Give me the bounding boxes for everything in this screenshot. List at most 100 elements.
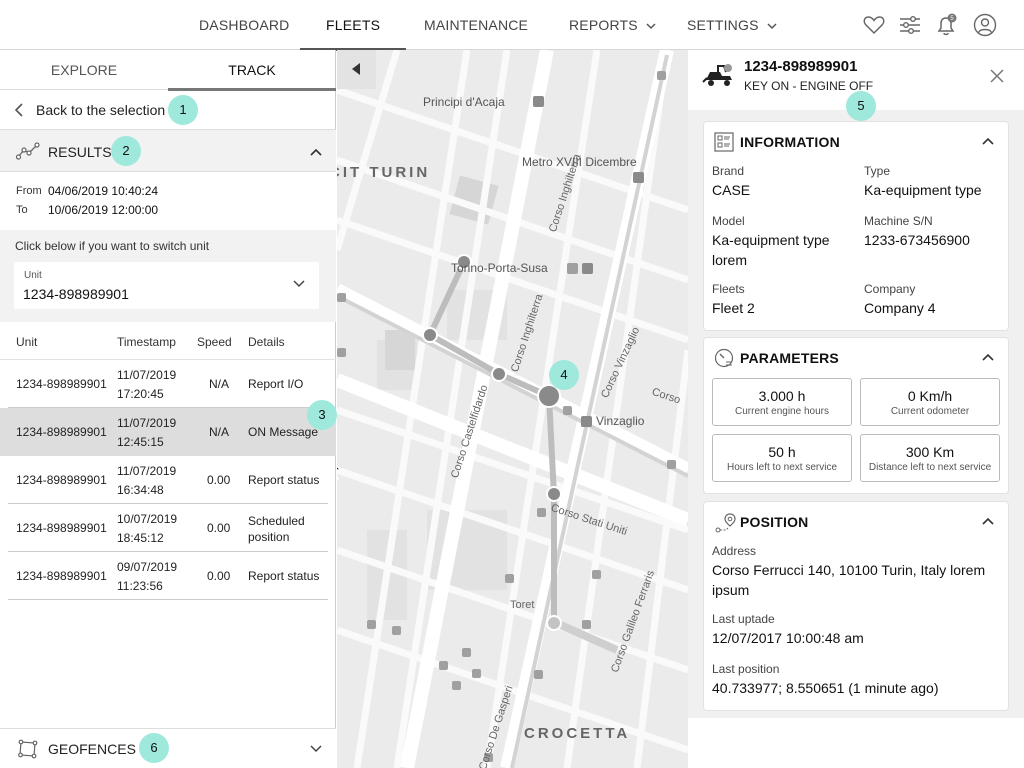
row-date: 11/07/2019 <box>117 368 177 382</box>
column-header: Speed <box>197 335 232 349</box>
parameter-label: Hours left to next service <box>726 462 838 473</box>
geofence-icon <box>18 739 38 759</box>
chevron-up-icon[interactable] <box>982 517 994 525</box>
row-speed: 0.00 <box>207 473 231 487</box>
location-pin-icon <box>715 513 736 533</box>
row-speed: 0.00 <box>207 569 231 583</box>
geofences-section-header[interactable]: GEOFENCES 6 <box>0 728 336 768</box>
hours-to-service-box: 50 h Hours left to next service <box>712 434 852 482</box>
last-position-label: Last position <box>712 662 780 676</box>
bell-icon[interactable]: 5 <box>934 13 958 37</box>
close-icon[interactable] <box>990 69 1004 83</box>
row-speed: 0.00 <box>207 521 231 535</box>
address-value: ipsum <box>712 582 750 598</box>
panel-footer <box>688 718 1024 768</box>
map-view[interactable]: Principi d'Acaja CIT TURIN Metro XVIII D… <box>337 50 688 768</box>
parameter-value: 300 Km <box>905 444 955 460</box>
map-label: CROCETTA <box>524 725 631 742</box>
position-card: POSITION Address Corso Ferrucci 140, 101… <box>704 502 1008 710</box>
position-header: POSITION <box>740 514 809 530</box>
row-divider <box>8 599 328 600</box>
annotation-badge: 5 <box>846 91 876 121</box>
tab-explore[interactable]: EXPLORE <box>0 50 168 90</box>
collapse-panel-button[interactable] <box>337 50 376 89</box>
last-update-label: Last uptade <box>712 612 775 626</box>
row-date: 11/07/2019 <box>117 416 177 430</box>
sliders-icon[interactable] <box>898 13 922 37</box>
nav-reports[interactable]: REPORTS <box>569 0 656 50</box>
top-navigation: DASHBOARD FLEETS MAINTENANCE REPORTS SET… <box>0 0 1024 51</box>
model-value: lorem <box>712 252 748 268</box>
to-label: To <box>16 204 28 216</box>
date-range: From 04/06/2019 10:40:24 To 10/06/2019 1… <box>0 172 336 230</box>
address-value: Corso Ferrucci 140, 10100 Turin, Italy l… <box>712 562 986 578</box>
table-row[interactable]: 1234-898989901 10/07/2019 18:45:12 0.00 … <box>0 504 336 552</box>
nav-reports-label: REPORTS <box>569 17 638 33</box>
column-header: Timestamp <box>117 335 176 349</box>
map-label: Principi d'Acaja <box>423 95 505 109</box>
from-value: 04/06/2019 10:40:24 <box>48 184 159 198</box>
row-details: Report status <box>248 473 320 487</box>
distance-to-service-box: 300 Km Distance left to next service <box>860 434 1000 482</box>
column-header: Details <box>248 335 285 349</box>
machine-icon <box>702 64 732 86</box>
column-header: Unit <box>16 335 38 349</box>
heart-icon[interactable] <box>862 13 886 37</box>
brand-label: Brand <box>712 164 745 178</box>
nav-fleets[interactable]: FLEETS <box>299 0 407 51</box>
table-row[interactable]: 1234-898989901 09/07/2019 11:23:56 0.00 … <box>0 552 336 600</box>
chevron-up-icon[interactable] <box>982 137 994 145</box>
chevron-down-icon <box>293 280 305 288</box>
gauge-icon <box>714 348 734 368</box>
map-label: Torino-Porta-Susa <box>451 261 548 275</box>
chevron-left-icon <box>14 103 23 117</box>
row-speed: N/A <box>209 425 230 439</box>
chevron-up-icon <box>310 148 322 156</box>
nav-dashboard[interactable]: DASHBOARD <box>199 0 289 50</box>
from-label: From <box>16 185 42 197</box>
chevron-up-icon[interactable] <box>982 353 994 361</box>
unit-select-label: Unit <box>24 270 42 281</box>
results-section-header[interactable]: RESULTS 2 <box>0 130 336 172</box>
map-label: Vinzaglio <box>596 414 645 428</box>
company-label: Company <box>864 282 916 296</box>
table-row-selected[interactable]: 1234-898989901 11/07/2019 12:45:15 N/A O… <box>0 400 337 456</box>
fleets-label: Fleets <box>712 282 745 296</box>
information-header: INFORMATION <box>740 134 840 150</box>
user-icon[interactable] <box>973 13 997 37</box>
table-row[interactable]: 1234-898989901 11/07/2019 17:20:45 N/A R… <box>0 360 336 408</box>
caret-left-icon <box>352 63 360 75</box>
unit-title: 1234-898989901 <box>744 58 858 75</box>
annotation-badge: 3 <box>307 400 337 430</box>
nav-maintenance[interactable]: MAINTENANCE <box>424 0 528 50</box>
row-speed: N/A <box>209 377 230 391</box>
back-to-selection-button[interactable]: Back to the selection 1 <box>0 90 336 130</box>
brand-value: CASE <box>712 182 751 198</box>
row-time: 11:23:56 <box>117 579 163 593</box>
row-date: 11/07/2019 <box>117 464 177 478</box>
model-value: Ka-equipment type <box>712 232 830 248</box>
nav-settings[interactable]: SETTINGS <box>687 0 777 50</box>
row-unit: 1234-898989901 <box>16 377 107 391</box>
last-update-value: 12/07/2017 10:00:48 am <box>712 630 864 646</box>
to-value: 10/06/2019 12:00:00 <box>48 203 159 217</box>
nav-settings-label: SETTINGS <box>687 17 759 33</box>
odometer-box: 0 Km/h Current odometer <box>860 378 1000 426</box>
table-row[interactable]: 1234-898989901 11/07/2019 16:34:48 0.00 … <box>0 456 336 504</box>
panel-tabs: EXPLORE TRACK <box>0 50 336 91</box>
mouse-cursor-icon <box>337 465 343 481</box>
results-label: RESULTS <box>48 144 112 160</box>
map-label: CIT TURIN <box>337 164 431 181</box>
tab-track[interactable]: TRACK <box>168 50 336 91</box>
fleets-value: Fleet 2 <box>712 300 755 316</box>
row-unit: 1234-898989901 <box>16 425 107 439</box>
row-time: 12:45:15 <box>117 435 164 449</box>
row-details: Report I/O <box>248 377 304 391</box>
row-unit: 1234-898989901 <box>16 473 107 487</box>
parameter-value: 50 h <box>768 444 796 460</box>
chevron-down-icon <box>767 23 777 29</box>
chevron-down-icon <box>310 745 322 753</box>
parameter-label: Current engine hours <box>735 406 829 417</box>
annotation-badge: 4 <box>549 360 579 390</box>
unit-select[interactable]: Unit 1234-898989901 <box>14 262 319 309</box>
